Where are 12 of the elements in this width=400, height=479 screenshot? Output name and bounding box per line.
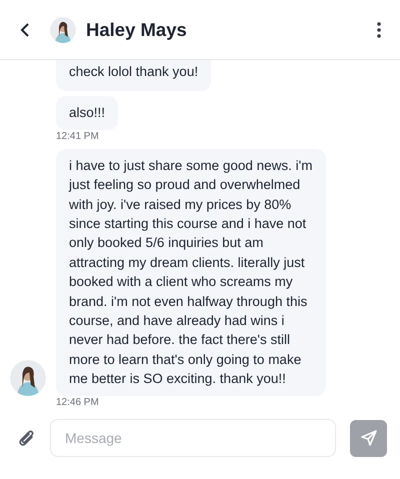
send-icon xyxy=(360,429,378,447)
paperclip-icon[interactable] xyxy=(18,428,36,448)
message-time: 12:46 PM xyxy=(56,396,99,408)
contact-name: Haley Mays xyxy=(86,18,188,40)
more-icon xyxy=(376,22,382,38)
message-time: 12:41 PM xyxy=(56,130,99,142)
contact-avatar xyxy=(10,360,46,396)
message-bubble: check lolol thank you! xyxy=(56,60,212,92)
message-bubble: i have to just share some good news. i'm just feeling so proud and overwhelmed with joy. i've raised my prices by 80% since starting this course and i have not only booked 5/6 inquiries but am attracting my dream clients. literally just booked with a client who screams my brand. i'm not even halfway through this course, and have already had wins i never had before. the fact there's still more to learn that's only going to make me better is SO exciting. thank you!! xyxy=(56,148,326,396)
message-bubble: also!!! xyxy=(56,96,118,130)
contact-avatar xyxy=(50,16,76,42)
message-field[interactable]: Message xyxy=(50,419,336,457)
